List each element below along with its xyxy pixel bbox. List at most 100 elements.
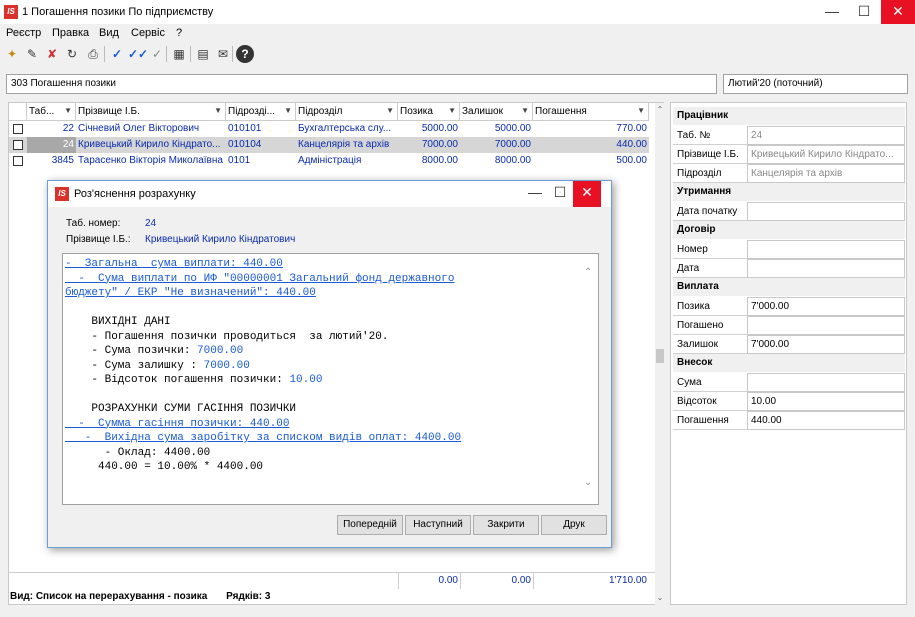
menu-help[interactable]: ? bbox=[176, 27, 182, 39]
field-dept: Канцелярія та архів bbox=[747, 164, 905, 183]
new-doc-icon[interactable]: ✦ bbox=[3, 45, 21, 63]
scroll-up-icon[interactable]: ⌃ bbox=[655, 105, 665, 114]
cell-name: Кривецький Кирило Кіндрато... bbox=[78, 139, 221, 150]
details-panel: Працівник Таб. № 24 Прізвище І.Б. Кривец… bbox=[670, 102, 907, 605]
close-dialog-button[interactable]: Закрити bbox=[473, 515, 539, 535]
link-fund-payment[interactable]: - Сума виплати по ИФ "00000001 Загальний… bbox=[65, 273, 454, 285]
cell-dept: Адміністрація bbox=[298, 155, 362, 166]
link-repayment-sum[interactable]: - Сумма гасіння позички: 440.00 bbox=[65, 418, 289, 430]
cell-rest: 8000.00 bbox=[494, 155, 531, 166]
text-line: - Відсоток погашення позички: bbox=[65, 374, 290, 386]
rest-value: 7000.00 bbox=[203, 359, 250, 372]
cell-dept: Канцелярія та архів bbox=[298, 139, 390, 150]
field-date[interactable] bbox=[747, 259, 905, 278]
field-sum[interactable] bbox=[747, 373, 905, 392]
cell-name: Тарасенко Вікторія Миколаївна bbox=[78, 155, 223, 166]
field-number[interactable] bbox=[747, 240, 905, 259]
text-line: - Сума залишку : bbox=[65, 359, 204, 372]
header-payment[interactable]: Погашення ▼ bbox=[533, 103, 649, 121]
section-payment: Виплата bbox=[673, 278, 905, 296]
document-icon[interactable]: ▤ bbox=[194, 45, 212, 63]
window-title: 1 Погашення позики По підприємству bbox=[22, 6, 214, 18]
cell-loan: 7000.00 bbox=[421, 139, 458, 150]
scroll-down-icon[interactable]: ⌄ bbox=[655, 593, 665, 602]
maximize-button[interactable]: ☐ bbox=[849, 0, 879, 24]
label-dept: Підрозділ bbox=[673, 164, 747, 183]
cell-rest: 7000.00 bbox=[494, 139, 531, 150]
cell-payment: 440.00 bbox=[616, 139, 647, 150]
table-row-selected[interactable]: 24 Кривецький Кирило Кіндрато... 010104 … bbox=[9, 137, 649, 153]
document-field[interactable]: 303 Погашення позики bbox=[6, 74, 717, 94]
edit-doc-icon[interactable]: ✎ bbox=[23, 45, 41, 63]
previous-button[interactable]: Попередній bbox=[337, 515, 403, 535]
header-rest[interactable]: Залишок ▼ bbox=[460, 103, 533, 121]
header-dept[interactable]: Підрозділ ▼ bbox=[296, 103, 398, 121]
link-total-payment[interactable]: - Загальна сума виплати: 440.00 bbox=[65, 258, 283, 270]
label-date: Дата bbox=[673, 259, 747, 278]
table-row[interactable]: 22 Січневий Олег Вікторович 010101 Бухга… bbox=[9, 121, 649, 137]
total-loan: 0.00 bbox=[398, 573, 460, 589]
link-base-earnings[interactable]: - Вихідна сума заробітку за списком виді… bbox=[65, 432, 461, 444]
table-row[interactable]: 3845 Тарасенко Вікторія Миколаївна 0101 … bbox=[9, 153, 649, 169]
row-checkbox[interactable] bbox=[13, 140, 23, 150]
refresh-icon[interactable]: ↻ bbox=[63, 45, 81, 63]
cell-dept: Бухгалтерська слу... bbox=[298, 123, 392, 134]
dialog-maximize-button[interactable]: ☐ bbox=[545, 181, 575, 207]
field-loan[interactable]: 7'000.00 bbox=[747, 297, 905, 316]
next-button[interactable]: Наступний bbox=[405, 515, 471, 535]
section-deposit: Внесок bbox=[673, 354, 905, 372]
check-icon[interactable]: ✓ bbox=[108, 45, 126, 63]
scroll-thumb[interactable] bbox=[656, 349, 664, 363]
cell-tab: 3845 bbox=[51, 155, 74, 166]
field-percent[interactable]: 10.00 bbox=[747, 392, 905, 411]
mail-icon[interactable]: ✉ bbox=[214, 45, 232, 63]
field-rest[interactable]: 7'000.00 bbox=[747, 335, 905, 354]
menu-view[interactable]: Вид bbox=[99, 27, 119, 39]
label-number: Номер bbox=[673, 240, 747, 259]
dialog-name-value: Кривецький Кирило Кіндратович bbox=[145, 234, 296, 245]
source-data-heading: ВИХІДНІ ДАНІ bbox=[65, 316, 171, 328]
header-loan[interactable]: Позика ▼ bbox=[398, 103, 460, 121]
menu-registry[interactable]: Реєстр bbox=[6, 27, 41, 39]
check-all-icon[interactable]: ✓✓ bbox=[128, 45, 148, 63]
dialog-close-button[interactable]: ✕ bbox=[573, 181, 601, 207]
close-button[interactable]: ✕ bbox=[881, 0, 915, 24]
minimize-button[interactable]: — bbox=[817, 0, 847, 24]
cell-payment: 770.00 bbox=[616, 123, 647, 134]
header-dept-code[interactable]: Підрозді... ▼ bbox=[226, 103, 296, 121]
row-checkbox[interactable] bbox=[13, 156, 23, 166]
label-sum: Сума bbox=[673, 373, 747, 392]
print-icon[interactable]: ⎙ bbox=[84, 45, 102, 63]
menu-service[interactable]: Сервіс bbox=[131, 27, 165, 39]
help-icon[interactable]: ? bbox=[236, 45, 254, 63]
scroll-down-icon[interactable]: ⌄ bbox=[584, 477, 592, 488]
field-start-date[interactable] bbox=[747, 202, 905, 221]
title-bar: IS 1 Погашення позики По підприємству — … bbox=[0, 0, 915, 24]
period-field[interactable]: Лютий'20 (поточний) bbox=[723, 74, 908, 94]
menu-edit[interactable]: Правка bbox=[52, 27, 89, 39]
calculator-icon[interactable]: ▦ bbox=[170, 45, 188, 63]
link-fund-payment-cont[interactable]: бюджету" / ЕКР "Не визначений": 440.00 bbox=[65, 287, 316, 299]
text-line: - Сума позички: bbox=[65, 345, 198, 357]
field-repayment[interactable]: 440.00 bbox=[747, 411, 905, 430]
uncheck-icon[interactable]: ✓ bbox=[148, 45, 166, 63]
label-repayment: Погашення bbox=[673, 411, 747, 430]
formula-line: 440.00 = 10.00% * 4400.00 bbox=[65, 461, 264, 473]
header-name[interactable]: Прізвище І.Б. ▼ bbox=[76, 103, 226, 121]
row-checkbox[interactable] bbox=[13, 124, 23, 134]
label-loan: Позика bbox=[673, 297, 747, 316]
cell-rest: 5000.00 bbox=[494, 123, 531, 134]
cell-dept-code: 010101 bbox=[228, 123, 262, 134]
cell-tab: 22 bbox=[62, 123, 74, 134]
label-start-date: Дата початку bbox=[673, 202, 747, 221]
field-repaid[interactable] bbox=[747, 316, 905, 335]
toolbar: ✦ ✎ ✘ ↻ ⎙ ✓ ✓✓ ✓ ▦ ▤ ✉ ? bbox=[0, 42, 915, 66]
grid-scrollbar[interactable]: ⌃ ⌄ bbox=[655, 103, 665, 606]
delete-doc-icon[interactable]: ✘ bbox=[43, 45, 61, 63]
toolbar-separator bbox=[104, 46, 105, 62]
header-tab[interactable]: Таб... ▼ bbox=[27, 103, 76, 121]
scroll-up-icon[interactable]: ⌃ bbox=[584, 267, 592, 278]
header-checkbox bbox=[9, 103, 27, 121]
print-button[interactable]: Друк bbox=[541, 515, 607, 535]
label-name: Прізвище І.Б. bbox=[673, 145, 747, 164]
